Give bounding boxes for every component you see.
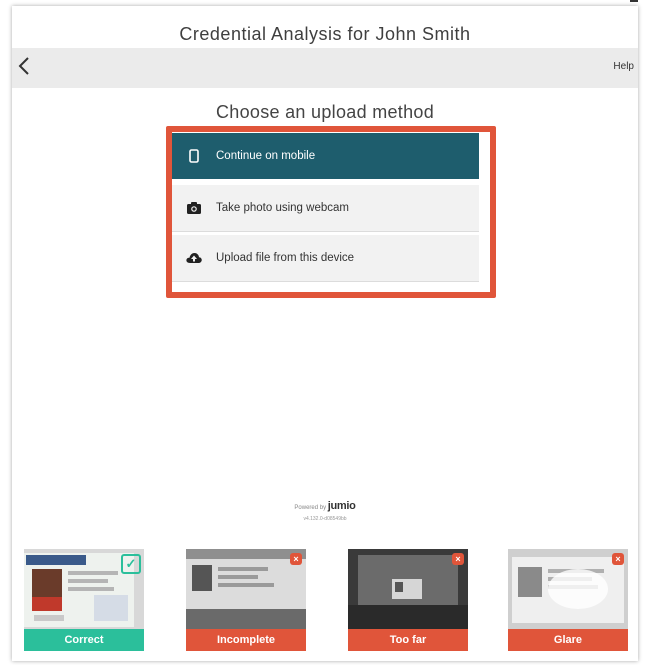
check-icon: ✓ <box>121 554 141 574</box>
example-incomplete: × Incomplete <box>186 549 306 651</box>
powered-prefix: Powered by <box>294 505 327 511</box>
credential-analysis-window: Credential Analysis for John Smith Help … <box>12 6 638 661</box>
cloud-upload-icon <box>172 252 216 264</box>
id-card-image <box>348 549 468 629</box>
example-label: Too far <box>348 629 468 651</box>
nav-bar: Help <box>12 48 638 88</box>
example-glare: × Glare <box>508 549 628 651</box>
example-label: Incomplete <box>186 629 306 651</box>
upload-method-heading: Choose an upload method <box>215 102 435 122</box>
option-label: Take photo using webcam <box>216 202 349 214</box>
error-icon: × <box>290 553 302 565</box>
error-icon: × <box>612 553 624 565</box>
window-title: Credential Analysis for John Smith <box>179 24 471 44</box>
example-too-far: × Too far <box>348 549 468 651</box>
option-label: Upload file from this device <box>216 252 355 264</box>
camera-icon <box>172 202 216 214</box>
option-label: Continue on mobile <box>216 150 316 162</box>
back-button[interactable] <box>14 56 34 80</box>
example-label: Glare <box>508 629 628 651</box>
help-link[interactable]: Help <box>613 61 634 72</box>
id-card-image <box>508 549 628 629</box>
take-photo-webcam-button[interactable]: Take photo using webcam <box>172 185 479 232</box>
chevron-left-icon <box>18 57 29 75</box>
error-icon: × <box>452 553 464 565</box>
example-correct: ✓ Correct <box>24 549 144 651</box>
version-text: v4.132.0-d08549bb <box>303 516 347 522</box>
example-label: Correct <box>24 629 144 651</box>
window-corner-mark <box>630 0 638 2</box>
continue-on-mobile-button[interactable]: Continue on mobile <box>172 133 479 179</box>
upload-file-button[interactable]: Upload file from this device <box>172 235 479 282</box>
jumio-logo: jumio <box>327 500 356 512</box>
id-card-image <box>186 549 306 629</box>
powered-by: Powered by jumio <box>12 500 638 512</box>
phone-icon <box>172 149 216 163</box>
